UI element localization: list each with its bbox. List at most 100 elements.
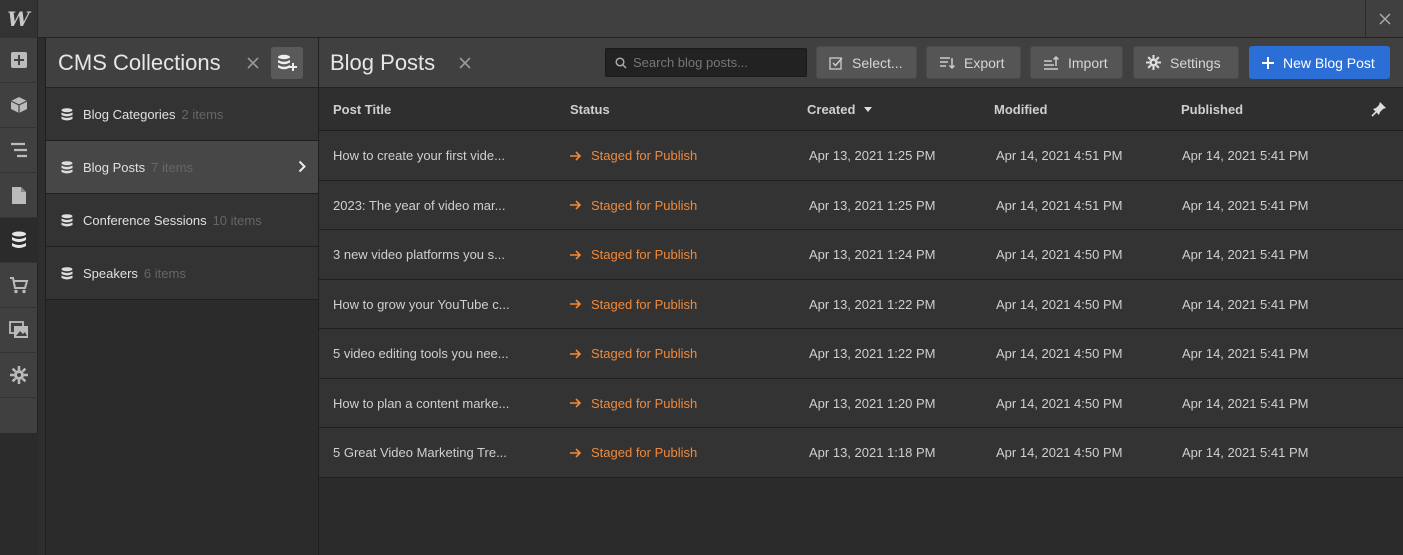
search-input[interactable]: [633, 55, 798, 70]
ecommerce-icon[interactable]: [0, 263, 38, 308]
settings-button[interactable]: Settings: [1133, 46, 1239, 79]
table-row[interactable]: 5 Great Video Marketing Tre... Staged for…: [319, 428, 1403, 478]
import-icon: [1044, 55, 1059, 70]
database-icon: [61, 160, 73, 173]
panel-gutter: [38, 38, 45, 555]
cell-created: Apr 13, 2021 1:20 PM: [809, 395, 936, 411]
cell-published: Apr 14, 2021 5:41 PM: [1182, 445, 1309, 460]
status-label: Staged for Publish: [591, 395, 698, 411]
add-icon[interactable]: [0, 38, 38, 83]
empty-area: [319, 478, 1403, 555]
cell-created: Apr 13, 2021 1:22 PM: [809, 296, 936, 312]
new-blog-post-button[interactable]: New Blog Post: [1249, 46, 1390, 79]
cms-icon[interactable]: [0, 218, 38, 263]
column-header-status[interactable]: Status: [570, 102, 610, 117]
pages-icon[interactable]: [0, 173, 38, 218]
cell-post-title: How to create your first vide...: [333, 148, 505, 163]
collection-item-blog-categories[interactable]: Blog Categories 2 items: [46, 88, 318, 141]
gear-icon: [1146, 55, 1161, 70]
cell-status: Staged for Publish: [570, 346, 697, 361]
pin-icon[interactable]: [1371, 101, 1387, 117]
close-panel-icon[interactable]: [455, 53, 475, 73]
cell-post-title: How to grow your YouTube c...: [333, 296, 510, 312]
cell-post-title: 3 new video platforms you s...: [333, 247, 505, 262]
status-label: Staged for Publish: [591, 148, 698, 163]
search-box[interactable]: [605, 48, 807, 77]
arrow-right-icon: [570, 150, 582, 161]
cell-status: Staged for Publish: [570, 445, 697, 460]
collection-name: Speakers: [83, 265, 138, 281]
table-row[interactable]: How to grow your YouTube c... Staged for …: [319, 279, 1403, 329]
cell-status: Staged for Publish: [570, 148, 697, 163]
column-header-post-title[interactable]: Post Title: [333, 102, 391, 117]
cell-created: Apr 13, 2021 1:25 PM: [809, 148, 936, 163]
cell-modified: Apr 14, 2021 4:51 PM: [996, 148, 1123, 163]
import-button[interactable]: Import: [1030, 46, 1123, 79]
collections-title: CMS Collections: [58, 49, 221, 75]
items-header: Blog Posts Select... Export Import Setti…: [319, 38, 1403, 88]
table-header: Post Title Status Created Modified Publi…: [319, 88, 1403, 131]
cell-created: Apr 13, 2021 1:22 PM: [809, 346, 936, 361]
cell-status: Staged for Publish: [570, 396, 697, 411]
status-label: Staged for Publish: [591, 296, 698, 312]
collection-name: Conference Sessions: [83, 212, 207, 228]
column-header-published[interactable]: Published: [1181, 102, 1243, 117]
database-icon: [61, 266, 73, 279]
collection-name: Blog Posts: [83, 159, 146, 175]
export-button[interactable]: Export: [926, 46, 1021, 79]
select-button[interactable]: Select...: [816, 46, 917, 79]
table-row[interactable]: 2023: The year of video mar... Staged for…: [319, 180, 1403, 230]
export-icon: [940, 56, 955, 69]
database-icon: [61, 213, 73, 226]
new-blog-post-label: New Blog Post: [1283, 54, 1375, 71]
collection-item-blog-posts[interactable]: Blog Posts 7 items: [46, 141, 318, 194]
assets-icon[interactable]: [0, 308, 38, 353]
cube-icon[interactable]: [0, 83, 38, 128]
cell-status: Staged for Publish: [570, 198, 697, 213]
table-row[interactable]: How to plan a content marke... Staged for…: [319, 378, 1403, 428]
top-bar: W: [0, 0, 1403, 38]
add-collection-button[interactable]: [271, 47, 303, 79]
cell-status: Staged for Publish: [570, 297, 697, 312]
page-title: Blog Posts: [330, 50, 436, 75]
navigator-icon[interactable]: [0, 128, 38, 173]
cell-modified: Apr 14, 2021 4:51 PM: [996, 197, 1123, 213]
settings-icon[interactable]: [0, 353, 38, 398]
arrow-right-icon: [570, 200, 582, 210]
cell-published: Apr 14, 2021 5:41 PM: [1182, 395, 1309, 411]
cell-post-title: 5 video editing tools you nee...: [333, 346, 509, 361]
collection-items-panel: Blog Posts Select... Export Import Setti…: [319, 38, 1403, 555]
collection-name: Blog Categories: [83, 106, 176, 122]
status-label: Staged for Publish: [591, 247, 698, 262]
table-row[interactable]: 5 video editing tools you nee... Staged f…: [319, 329, 1403, 379]
collection-count: 7 items: [151, 159, 194, 175]
search-icon: [615, 56, 627, 69]
arrow-right-icon: [570, 398, 582, 408]
column-header-modified[interactable]: Modified: [994, 102, 1047, 117]
cell-post-title: 2023: The year of video mar...: [333, 197, 506, 213]
table-row[interactable]: How to create your first vide... Staged f…: [319, 131, 1403, 181]
add-database-icon: [278, 54, 297, 71]
collection-item-conference-sessions[interactable]: Conference Sessions 10 items: [46, 194, 318, 247]
arrow-right-icon: [570, 249, 582, 260]
cell-modified: Apr 14, 2021 4:50 PM: [996, 346, 1123, 361]
cell-post-title: How to plan a content marke...: [333, 395, 510, 411]
chevron-right-icon: [298, 160, 306, 173]
cell-modified: Apr 14, 2021 4:50 PM: [996, 445, 1123, 460]
webflow-logo[interactable]: W: [0, 0, 38, 38]
sort-down-icon: [864, 107, 873, 112]
close-collections-icon[interactable]: [243, 53, 263, 73]
export-button-label: Export: [964, 54, 1005, 71]
cell-status: Staged for Publish: [570, 247, 697, 262]
settings-button-label: Settings: [1170, 54, 1221, 71]
collection-count: 2 items: [181, 106, 224, 122]
cell-modified: Apr 14, 2021 4:50 PM: [996, 247, 1123, 262]
close-icon[interactable]: [1365, 0, 1403, 38]
table-row[interactable]: 3 new video platforms you s... Staged for…: [319, 230, 1403, 280]
table-body: How to create your first vide... Staged f…: [319, 131, 1403, 478]
column-header-created[interactable]: Created: [807, 102, 873, 117]
cell-created: Apr 13, 2021 1:24 PM: [809, 247, 936, 262]
arrow-right-icon: [570, 299, 582, 309]
collection-item-speakers[interactable]: Speakers 6 items: [46, 247, 318, 300]
status-label: Staged for Publish: [591, 346, 698, 361]
